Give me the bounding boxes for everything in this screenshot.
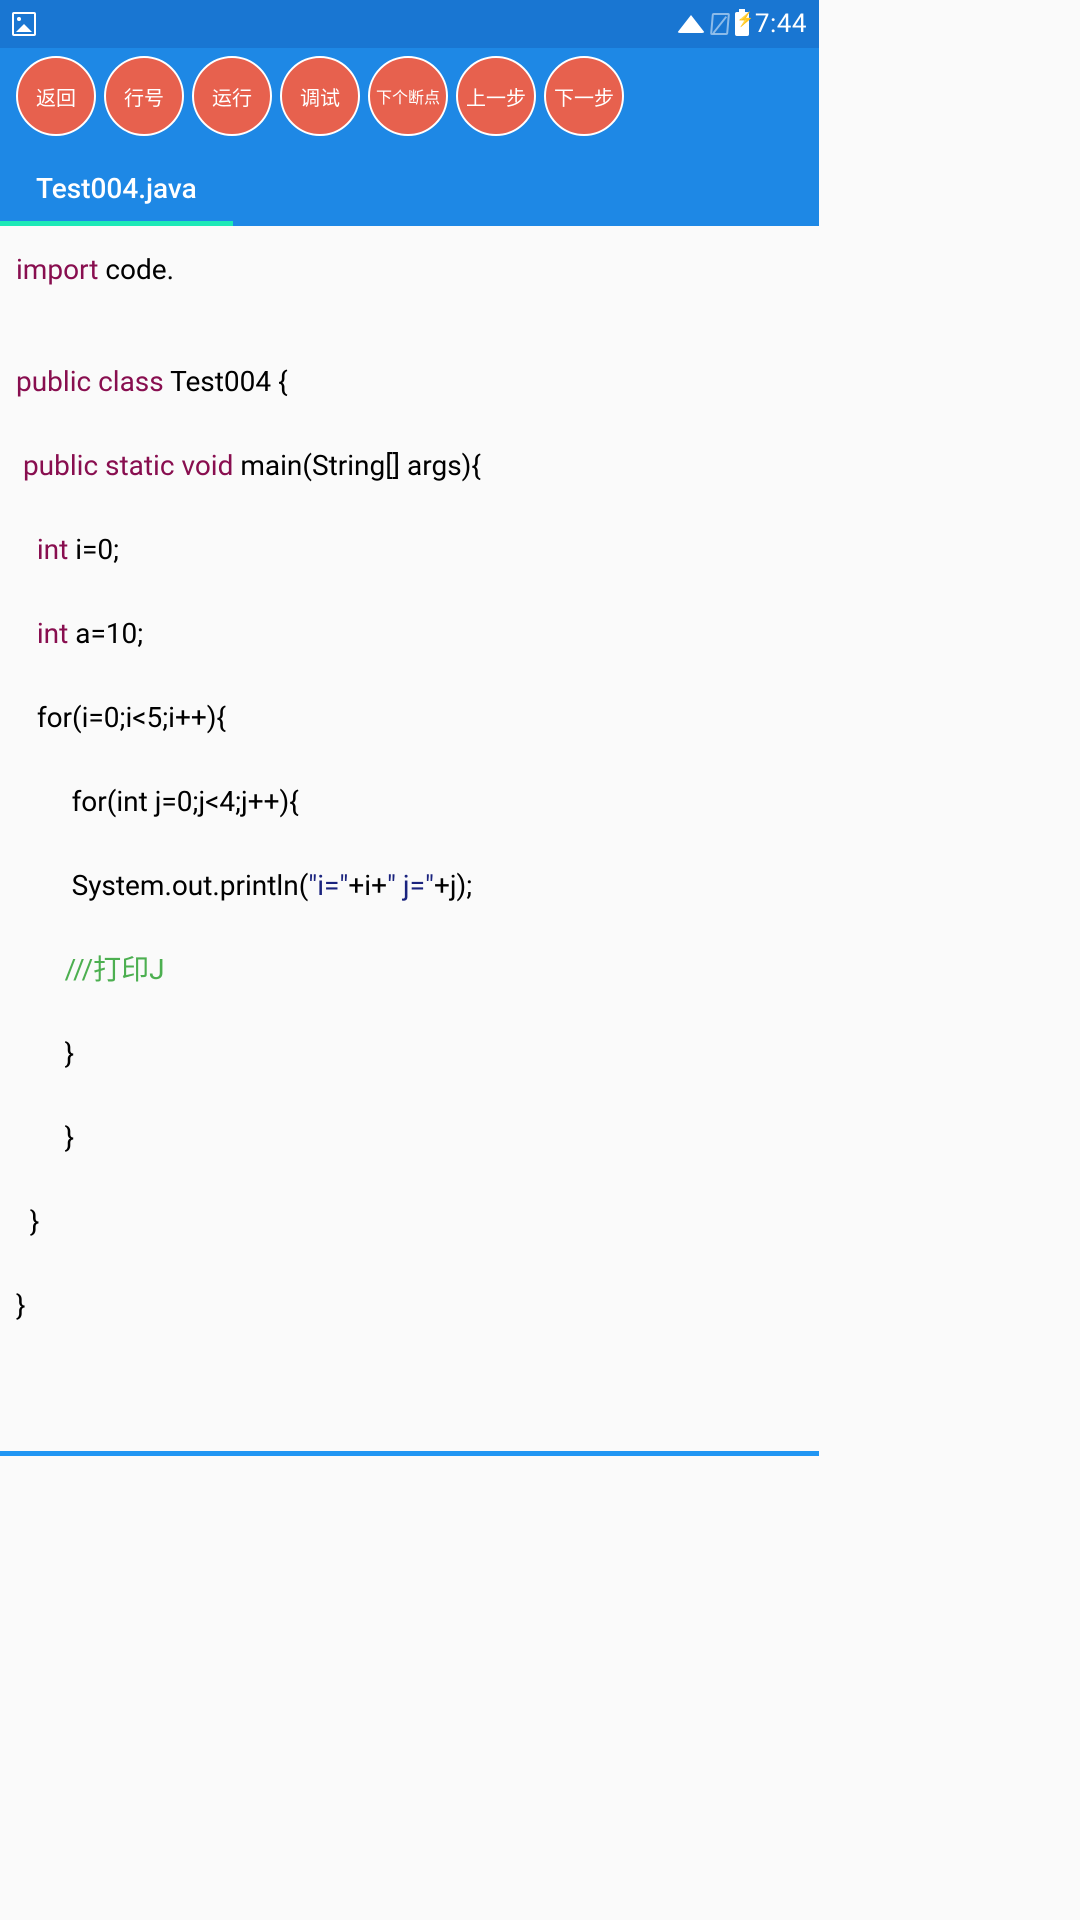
line-number-button[interactable]: 行号 xyxy=(104,56,184,136)
status-left xyxy=(12,12,36,36)
code-line: for(int j=0;j<4;j++){ xyxy=(16,774,803,830)
code-line: public static void main(String[] args){ xyxy=(16,438,803,494)
wifi-icon xyxy=(677,15,705,33)
code-line: int i=0; xyxy=(16,522,803,578)
next-breakpoint-button[interactable]: 下个断点 xyxy=(368,56,448,136)
tab-bar: Test004.java xyxy=(0,136,819,226)
code-line xyxy=(16,998,803,1026)
battery-charging-icon xyxy=(735,12,749,36)
code-line xyxy=(16,578,803,606)
back-button[interactable]: 返回 xyxy=(16,56,96,136)
code-line xyxy=(16,914,803,942)
code-line xyxy=(16,1250,803,1278)
code-line: } xyxy=(16,1194,803,1250)
code-line xyxy=(16,830,803,858)
code-line xyxy=(16,746,803,774)
bottom-bar xyxy=(0,1451,819,1456)
code-line: for(i=0;i<5;i++){ xyxy=(16,690,803,746)
code-line: } xyxy=(16,1110,803,1166)
code-line: import code. xyxy=(16,242,803,298)
code-line: System.out.println("i="+i+" j="+j); xyxy=(16,858,803,914)
no-sim-icon xyxy=(710,13,730,35)
code-line: } xyxy=(16,1278,803,1334)
code-line xyxy=(16,494,803,522)
tab-test004[interactable]: Test004.java xyxy=(0,160,233,226)
code-line xyxy=(16,326,803,354)
code-line: public class Test004 { xyxy=(16,354,803,410)
code-line xyxy=(16,1166,803,1194)
code-line xyxy=(16,662,803,690)
code-line xyxy=(16,298,803,326)
code-line: ///打印J xyxy=(16,942,803,998)
status-right: 7:44 xyxy=(677,9,807,39)
debug-button[interactable]: 调试 xyxy=(280,56,360,136)
code-editor[interactable]: import code. public class Test004 { publ… xyxy=(0,226,819,1350)
clock-time: 7:44 xyxy=(755,9,807,39)
code-line: } xyxy=(16,1026,803,1082)
image-notification-icon xyxy=(12,12,36,36)
status-bar: 7:44 xyxy=(0,0,819,48)
code-line xyxy=(16,1082,803,1110)
toolbar: 返回 行号 运行 调试 下个断点 上一步 下一步 xyxy=(0,48,819,136)
code-line: int a=10; xyxy=(16,606,803,662)
prev-step-button[interactable]: 上一步 xyxy=(456,56,536,136)
code-line xyxy=(16,410,803,438)
next-step-button[interactable]: 下一步 xyxy=(544,56,624,136)
run-button[interactable]: 运行 xyxy=(192,56,272,136)
